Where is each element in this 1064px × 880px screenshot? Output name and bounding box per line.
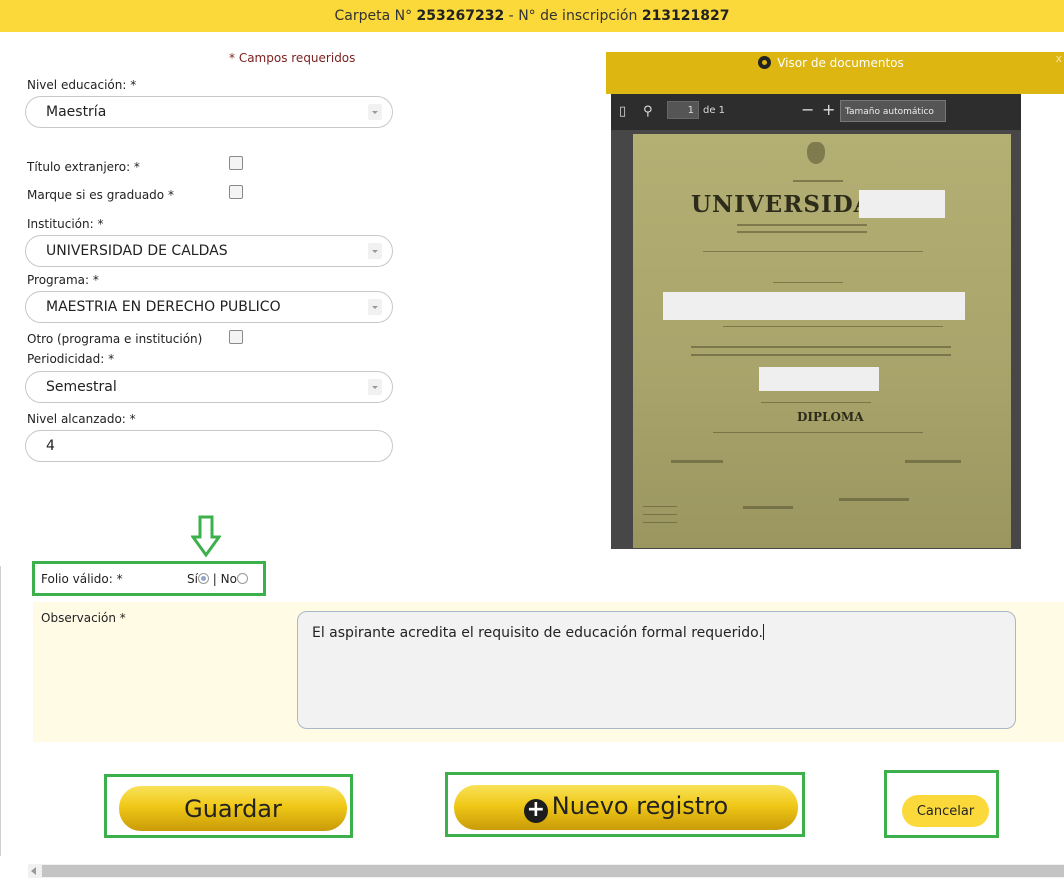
observacion-value: El aspirante acredita el requisito de ed… bbox=[312, 625, 763, 641]
scrollbar-thumb[interactable] bbox=[42, 865, 1064, 877]
viewer-title-text: Visor de documentos bbox=[777, 56, 904, 70]
periodicidad-label: Periodicidad: * bbox=[27, 352, 115, 366]
zoom-in-icon[interactable]: + bbox=[822, 102, 835, 118]
programa-value: MAESTRIA EN DERECHO PUBLICO bbox=[46, 299, 281, 315]
diploma-image: UNIVERSIDAD DE DIPLOMA bbox=[633, 134, 1011, 548]
programa-select[interactable]: MAESTRIA EN DERECHO PUBLICO bbox=[25, 291, 393, 323]
periodicidad-select[interactable]: Semestral bbox=[25, 371, 393, 403]
diploma-label: DIPLOMA bbox=[797, 410, 864, 424]
document-viewer: Visor de documentos x ▯ ⚲ 1 de 1 − + Tam… bbox=[606, 52, 1064, 591]
page-number-input[interactable]: 1 bbox=[667, 101, 699, 119]
observacion-textarea[interactable]: El aspirante acredita el requisito de ed… bbox=[297, 611, 1016, 729]
scroll-left-icon[interactable] bbox=[31, 867, 36, 875]
viewer-header: Visor de documentos x bbox=[606, 52, 1064, 94]
save-button[interactable]: Guardar bbox=[119, 786, 347, 831]
nivel-alcanzado-input[interactable]: 4 bbox=[25, 430, 393, 462]
folio-valido-label: Folio válido: * bbox=[41, 572, 123, 586]
graduado-label: Marque si es graduado * bbox=[27, 188, 174, 202]
page-text-line bbox=[643, 522, 677, 523]
folio-yes-radio[interactable] bbox=[197, 573, 209, 584]
titulo-extranjero-checkbox[interactable] bbox=[229, 156, 243, 170]
chevron-down-icon bbox=[368, 243, 382, 259]
new-record-button[interactable]: + Nuevo registro bbox=[454, 785, 798, 830]
pdf-page: UNIVERSIDAD DE DIPLOMA bbox=[633, 134, 1011, 548]
viewer-close-button[interactable]: x bbox=[1055, 52, 1062, 65]
sidebar-toggle-icon[interactable]: ▯ bbox=[619, 105, 626, 118]
chevron-down-icon bbox=[368, 299, 382, 315]
page-text-line bbox=[643, 514, 677, 515]
page-text-line bbox=[737, 231, 867, 233]
programa-label: Programa: * bbox=[27, 273, 99, 287]
zoom-select[interactable]: Tamaño automático bbox=[840, 100, 946, 122]
coat-of-arms-icon bbox=[807, 142, 825, 164]
viewer-title: Visor de documentos bbox=[606, 56, 1056, 70]
folio-no-label: No bbox=[220, 572, 237, 586]
horizontal-scrollbar[interactable] bbox=[28, 864, 1064, 878]
titulo-extranjero-label: Título extranjero: * bbox=[27, 160, 140, 174]
signature-mark bbox=[839, 498, 909, 501]
institucion-select[interactable]: UNIVERSIDAD DE CALDAS bbox=[25, 235, 393, 267]
zoom-value: Tamaño automático bbox=[845, 107, 934, 117]
page-text-line bbox=[713, 432, 923, 433]
carpeta-number: 253267232 bbox=[416, 8, 505, 24]
nivel-alcanzado-label: Nivel alcanzado: * bbox=[27, 412, 136, 426]
chevron-down-icon bbox=[368, 104, 382, 120]
search-icon[interactable]: ⚲ bbox=[643, 105, 653, 118]
page-text-line bbox=[737, 224, 867, 226]
signature-mark bbox=[671, 460, 723, 463]
page-text-line bbox=[761, 402, 871, 403]
folio-yes-label: Sí bbox=[187, 572, 198, 586]
signature-mark bbox=[743, 506, 793, 509]
nivel-alcanzado-value: 4 bbox=[46, 438, 55, 454]
page-text-line bbox=[773, 282, 843, 283]
folio-valido-options: Sí | No bbox=[187, 572, 248, 586]
otro-checkbox[interactable] bbox=[229, 330, 243, 344]
institucion-label: Institución: * bbox=[27, 217, 104, 231]
pdf-viewer[interactable]: ▯ ⚲ 1 de 1 − + Tamaño automático UNIVERS… bbox=[611, 94, 1063, 591]
page-count: de 1 bbox=[703, 105, 726, 116]
required-fields-note: * Campos requeridos bbox=[229, 51, 356, 65]
nivel-educacion-value: Maestría bbox=[46, 104, 107, 120]
graduado-checkbox[interactable] bbox=[229, 185, 243, 199]
chevron-down-icon bbox=[368, 379, 382, 395]
nivel-educacion-select[interactable]: Maestría bbox=[25, 96, 393, 128]
signature-mark bbox=[905, 460, 961, 463]
redacted-box bbox=[759, 367, 879, 391]
folio-separator: | bbox=[212, 572, 217, 586]
page-text-line bbox=[793, 180, 843, 182]
folder-header: Carpeta N° 253267232 - N° de inscripción… bbox=[0, 0, 1064, 32]
inscripcion-number: 213121827 bbox=[641, 8, 730, 24]
redacted-box bbox=[859, 190, 945, 218]
redacted-box bbox=[663, 292, 965, 320]
page-text-line bbox=[703, 251, 923, 252]
otro-label: Otro (programa e institución) bbox=[27, 332, 203, 346]
header-separator: - bbox=[508, 8, 514, 24]
inscripcion-label: N° de inscripción bbox=[518, 8, 638, 24]
institucion-value: UNIVERSIDAD DE CALDAS bbox=[46, 243, 228, 259]
pdf-toolbar: ▯ ⚲ 1 de 1 − + Tamaño automático bbox=[611, 94, 1021, 130]
arrow-down-icon bbox=[191, 515, 221, 558]
plus-circle-icon: + bbox=[523, 799, 548, 823]
page-text-line bbox=[691, 346, 951, 348]
page-text-line bbox=[723, 326, 943, 327]
text-cursor bbox=[762, 624, 764, 640]
viewer-scrollbar[interactable] bbox=[1051, 136, 1063, 591]
cancel-button[interactable]: Cancelar bbox=[902, 795, 989, 827]
carpeta-label: Carpeta N° bbox=[334, 8, 413, 24]
folio-no-radio[interactable] bbox=[236, 573, 248, 584]
page-text-line bbox=[691, 354, 951, 356]
zoom-out-icon[interactable]: − bbox=[801, 102, 814, 118]
observacion-label: Observación * bbox=[41, 611, 126, 625]
nivel-educacion-label: Nivel educación: * bbox=[27, 78, 137, 92]
page-left-border bbox=[0, 566, 1, 856]
page-text-line bbox=[643, 506, 677, 507]
new-record-label: Nuevo registro bbox=[551, 792, 729, 820]
periodicidad-value: Semestral bbox=[46, 379, 117, 395]
viewer-logo-icon bbox=[758, 56, 772, 69]
